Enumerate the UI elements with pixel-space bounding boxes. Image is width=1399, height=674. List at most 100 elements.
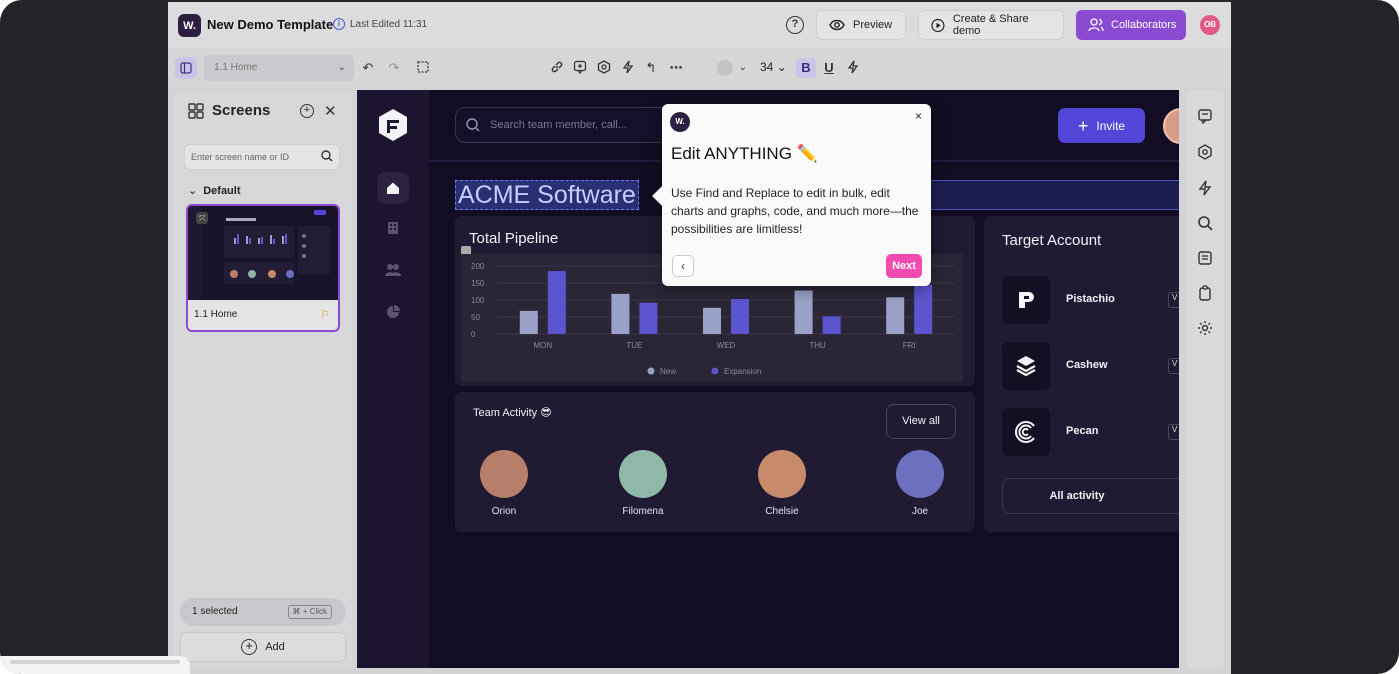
clipboard-icon[interactable]: [1197, 285, 1213, 301]
chart-y-tick-label: 150: [471, 279, 485, 288]
create-share-button[interactable]: Create & Share demo: [918, 10, 1064, 40]
popup-next-button[interactable]: Next: [886, 254, 922, 278]
comment-icon[interactable]: [1197, 108, 1213, 124]
color-picker[interactable]: [717, 60, 733, 76]
account-row[interactable]: Pecan V: [1002, 408, 1179, 456]
account-row[interactable]: Pistachio V: [1002, 276, 1179, 324]
collaborators-button[interactable]: Collaborators: [1076, 10, 1186, 40]
account-name: Pistachio: [1066, 293, 1115, 305]
screen-select-value: 1.1 Home: [214, 62, 258, 73]
screen-select[interactable]: 1.1 Home ⌄: [204, 55, 354, 81]
team-activity-card: Team Activity 😎 View all Orion Filomena …: [455, 392, 975, 532]
close-icon[interactable]: ✕: [324, 102, 337, 120]
search-icon[interactable]: [1197, 215, 1213, 231]
target-account-card: Target Account Pistachio V Cashew V Peca…: [984, 216, 1179, 532]
undo-icon[interactable]: ↶: [360, 60, 376, 76]
color-chevron-icon[interactable]: ⌄: [735, 60, 751, 76]
bottom-scrollbar[interactable]: [0, 656, 190, 674]
chart-bar-expansion: [822, 316, 841, 334]
search-icon: [321, 150, 333, 162]
team-member[interactable]: Orion: [464, 450, 544, 517]
team-member[interactable]: Chelsie: [742, 450, 822, 517]
popup-close-button[interactable]: ×: [915, 109, 922, 123]
screen-search-placeholder: Enter screen name or ID: [191, 152, 290, 162]
view-all-button[interactable]: View all: [886, 404, 956, 439]
screen-thumbnail[interactable]: ⤧ 1.1 Home ⚐: [186, 204, 340, 332]
add-screen-button[interactable]: + Add: [180, 632, 346, 662]
building-icon[interactable]: [377, 212, 409, 244]
all-activity-button[interactable]: All activity: [1002, 478, 1179, 514]
chart-x-tick-label: TUE: [626, 341, 642, 350]
eye-icon: [829, 19, 845, 31]
app-logo[interactable]: W.: [178, 14, 201, 37]
screen-thumbnail-name: 1.1 Home: [194, 309, 238, 320]
account-action-button[interactable]: V: [1168, 358, 1179, 374]
chart-bar-new: [886, 297, 905, 334]
popup-title: Edit ANYTHING ✏️: [671, 144, 818, 163]
user-avatar[interactable]: OB: [1200, 15, 1220, 35]
bold-button[interactable]: B: [796, 58, 816, 78]
chart-x-tick-label: WED: [717, 341, 736, 350]
profile-avatar[interactable]: [1163, 108, 1179, 144]
add-comment-icon[interactable]: [572, 60, 588, 76]
chart-legend-label: Expansion: [724, 367, 761, 376]
pecan-logo-icon: [1002, 408, 1050, 456]
lightning-icon[interactable]: [620, 60, 636, 76]
account-action-button[interactable]: V: [1168, 424, 1179, 440]
plus-icon: +: [1077, 115, 1089, 136]
screen-group-toggle[interactable]: ⌄ Default: [188, 184, 241, 197]
page-title[interactable]: ACME Software: [455, 180, 639, 210]
chart-y-tick-label: 50: [471, 313, 480, 322]
chevron-left-icon: ‹: [681, 259, 685, 273]
account-action-button[interactable]: V: [1168, 292, 1179, 308]
target-account-title: Target Account: [1002, 232, 1102, 249]
home-icon[interactable]: [377, 172, 409, 204]
font-size-value: 34: [760, 60, 774, 74]
pie-chart-icon[interactable]: [377, 296, 409, 328]
invite-button[interactable]: + Invite: [1058, 108, 1145, 143]
tutorial-popup: W. × Edit ANYTHING ✏️ Use Find and Repla…: [662, 104, 931, 286]
editor-app: W. New Demo Template i Last Edited 11:31…: [168, 2, 1231, 674]
chart-bar-expansion: [914, 284, 933, 334]
team-search-placeholder: Search team member, call...: [490, 119, 627, 131]
font-size-select[interactable]: 34 ⌄: [760, 60, 787, 74]
more-icon[interactable]: ⋯: [668, 60, 684, 76]
play-circle-icon: [931, 18, 945, 32]
hotspot-icon[interactable]: [596, 60, 612, 76]
chart-x-tick-label: THU: [809, 341, 826, 350]
lightning-icon[interactable]: [1197, 180, 1213, 196]
toggle-panel-button[interactable]: [175, 57, 197, 79]
selected-count: 1 selected: [192, 606, 238, 617]
search-icon: [466, 118, 480, 132]
preview-button[interactable]: Preview: [816, 10, 906, 40]
team-search-input[interactable]: Search team member, call...: [455, 107, 685, 143]
team-member[interactable]: Joe: [880, 450, 960, 517]
step-up-icon[interactable]: ↰: [643, 60, 659, 76]
avatar: [758, 450, 806, 498]
underline-button[interactable]: U: [821, 60, 837, 76]
document-title[interactable]: New Demo Template: [207, 17, 333, 32]
screen-search-input[interactable]: Enter screen name or ID: [184, 144, 340, 170]
link-icon[interactable]: [549, 60, 565, 76]
pistachio-logo-icon: [1002, 276, 1050, 324]
flag-icon[interactable]: ⚐: [320, 308, 330, 321]
avatar: [619, 450, 667, 498]
preview-label: Preview: [853, 19, 893, 31]
team-member[interactable]: Filomena: [603, 450, 683, 517]
settings-gear-icon[interactable]: [1197, 320, 1213, 336]
chart-bar-expansion: [731, 298, 749, 334]
document-icon[interactable]: [1197, 250, 1213, 266]
add-screen-icon[interactable]: +: [300, 104, 314, 118]
hotspot-icon[interactable]: [1197, 144, 1213, 160]
help-icon[interactable]: ?: [786, 16, 804, 34]
info-icon[interactable]: i: [333, 18, 345, 30]
select-frame-icon[interactable]: [415, 60, 431, 76]
chart-y-tick-label: 200: [471, 262, 485, 271]
account-row[interactable]: Cashew V: [1002, 342, 1179, 390]
popup-back-button[interactable]: ‹: [672, 255, 694, 277]
team-icon[interactable]: [377, 254, 409, 286]
effects-icon[interactable]: [845, 60, 861, 76]
chart-bar-new: [794, 290, 813, 334]
redo-icon[interactable]: ↷: [386, 60, 402, 76]
plus-icon: +: [241, 639, 258, 655]
